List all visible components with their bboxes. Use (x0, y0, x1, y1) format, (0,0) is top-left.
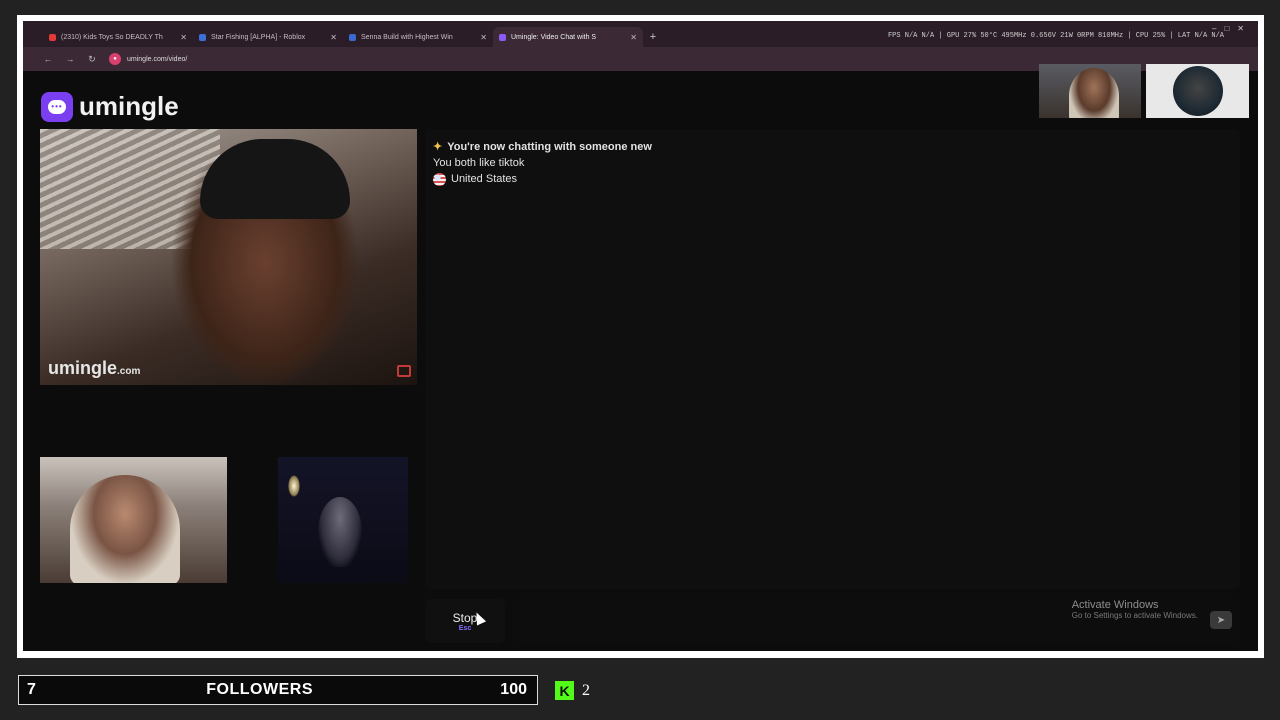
follower-goal-bar: 7 FOLLOWERS 100 (18, 675, 538, 705)
performance-overlay: FPS N/A N/A | GPU 27% 50°C 495MHz 0.656V… (887, 32, 1224, 40)
tab-label: Star Fishing [ALPHA] - Roblox (211, 33, 306, 41)
youtube-icon (49, 33, 56, 41)
us-flag-icon (433, 172, 446, 186)
site-info-icon[interactable]: ● (109, 53, 121, 65)
sparkle-icon: ✦ (433, 141, 443, 153)
close-icon[interactable]: ✕ (630, 33, 637, 42)
chat-country-message: United States (433, 171, 1232, 187)
umingle-logo[interactable]: ••• umingle (41, 91, 179, 122)
guest-webcam (1146, 64, 1249, 118)
browser-tab[interactable]: (2310) Kids Toys So DEADLY Th ✕ (43, 27, 193, 47)
browser-tab-active[interactable]: Umingle: Video Chat with S ✕ (493, 27, 643, 47)
chat-controls: Stop Esc Activate Windows Go to Settings… (425, 597, 1240, 645)
window-controls[interactable]: –□✕ (1212, 24, 1252, 33)
report-icon[interactable] (397, 365, 411, 377)
send-icon[interactable]: ➤ (1210, 611, 1232, 629)
reload-icon[interactable]: ↻ (87, 54, 97, 65)
kick-viewers: K 2 (555, 681, 590, 700)
umingle-icon (499, 33, 506, 41)
browser-tab[interactable]: Senna Build with Highest Win ✕ (343, 27, 493, 47)
follower-count: 7 (27, 681, 36, 698)
self-video (40, 457, 227, 583)
video-watermark: umingle.com (48, 358, 141, 378)
close-icon[interactable]: ✕ (330, 33, 337, 42)
stop-shortcut: Esc (458, 624, 472, 632)
streamer-webcam (1039, 64, 1141, 118)
kick-icon: K (555, 681, 574, 700)
friend-video (278, 457, 408, 583)
browser-tab-bar: (2310) Kids Toys So DEADLY Th ✕ Star Fis… (23, 21, 1258, 47)
url-text: umingle.com/video/ (127, 55, 188, 63)
logo-text: umingle (79, 91, 179, 121)
roblox-icon (199, 33, 206, 41)
stop-button[interactable]: Stop Esc (425, 599, 505, 643)
kick-count: 2 (582, 681, 590, 699)
tab-label: (2310) Kids Toys So DEADLY Th (61, 33, 163, 41)
back-icon[interactable]: ← (43, 54, 53, 64)
umingle-page: ••• umingle umingle.com ✦ You're now cha… (23, 71, 1258, 651)
activate-windows-watermark: Activate Windows Go to Settings to activ… (1071, 599, 1198, 620)
close-icon[interactable]: ✕ (480, 33, 487, 42)
tab-label: Senna Build with Highest Win (361, 33, 453, 41)
follower-goal: 100 (500, 681, 527, 698)
url-field[interactable]: ● umingle.com/video/ (109, 53, 187, 65)
chat-interest-message: You both like tiktok (433, 157, 525, 169)
tab-label: Umingle: Video Chat with S (511, 33, 597, 41)
forward-icon[interactable]: → (65, 54, 75, 64)
site-icon (349, 33, 356, 41)
browser-tab[interactable]: Star Fishing [ALPHA] - Roblox ✕ (193, 27, 343, 47)
stranger-video: umingle.com (40, 129, 417, 385)
chat-system-message: ✦ You're now chatting with someone new (433, 141, 652, 153)
chat-log: ✦ You're now chatting with someone new Y… (425, 129, 1240, 589)
follower-label: FOLLOWERS (206, 681, 313, 698)
new-tab-button[interactable]: + (643, 27, 663, 47)
close-icon[interactable]: ✕ (180, 33, 187, 42)
chat-bubble-icon: ••• (41, 91, 73, 122)
